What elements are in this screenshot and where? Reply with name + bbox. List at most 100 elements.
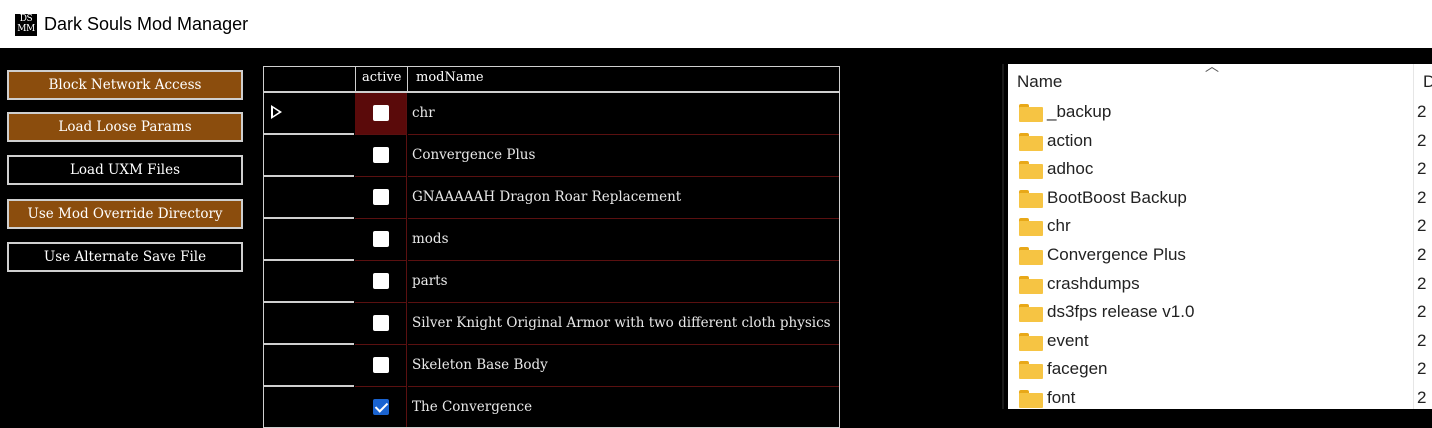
folder-icon	[1019, 332, 1043, 351]
table-row[interactable]: Silver Knight Original Armor with two di…	[264, 303, 839, 345]
folder-date: 2	[1417, 245, 1427, 264]
folder-name: crashdumps	[1047, 273, 1140, 293]
column-header-name[interactable]: Name	[1017, 72, 1062, 92]
folder-date: 2	[1417, 216, 1427, 236]
folder-icon	[1019, 104, 1043, 122]
grid-header: active modName	[264, 67, 839, 93]
mod-name: parts	[412, 273, 448, 289]
folder-name: BootBoost Backup	[1047, 187, 1187, 207]
list-item[interactable]: Convergence Plus 2	[1019, 243, 1429, 271]
list-item[interactable]: event 2	[1019, 329, 1429, 357]
modname-cell[interactable]: GNAAAAAH Dragon Roar Replacement	[408, 177, 839, 219]
list-item[interactable]: _backup 2	[1019, 100, 1429, 128]
sort-caret-icon[interactable]: ︿	[1205, 56, 1219, 76]
row-header[interactable]	[264, 219, 354, 261]
folder-name: chr	[1047, 216, 1071, 236]
active-cell[interactable]	[355, 219, 407, 261]
table-row[interactable]: chr	[264, 93, 839, 135]
folder-icon	[1019, 247, 1043, 265]
list-item[interactable]: ds3fps release v1.0 2	[1019, 300, 1429, 328]
folder-icon	[1019, 161, 1043, 180]
mod-name: The Convergence	[412, 399, 533, 415]
list-item[interactable]: chr 2	[1019, 214, 1429, 242]
modname-cell[interactable]: Silver Knight Original Armor with two di…	[408, 303, 839, 345]
file-explorer: ︿ Name D _backup 2 action 2 adhoc 2 BootBoost …	[1008, 58, 1432, 409]
active-checkbox[interactable]	[373, 231, 389, 247]
row-header[interactable]	[264, 177, 354, 219]
folder-date: 2	[1417, 273, 1427, 293]
folder-name: event	[1047, 330, 1089, 350]
active-checkbox[interactable]	[373, 147, 389, 163]
active-cell[interactable]	[355, 135, 407, 177]
active-cell[interactable]	[355, 93, 407, 135]
row-header[interactable]	[264, 345, 354, 387]
window-title: Dark Souls Mod Manager	[44, 14, 249, 34]
row-header[interactable]	[264, 135, 354, 177]
row-header[interactable]	[264, 387, 354, 427]
folder-date: 2	[1417, 102, 1427, 121]
active-cell[interactable]	[355, 387, 407, 427]
mod-name: Convergence Plus	[412, 147, 536, 163]
load-uxm-files-button[interactable]: Load UXM Files	[7, 155, 243, 185]
row-header[interactable]	[264, 93, 354, 135]
list-item[interactable]: BootBoost Backup 2	[1019, 186, 1429, 214]
active-cell[interactable]	[355, 303, 407, 345]
folder-icon	[1019, 189, 1043, 208]
active-cell[interactable]	[355, 177, 407, 219]
modname-cell[interactable]: chr	[408, 93, 839, 135]
folder-icon	[1019, 304, 1043, 323]
column-header-modname[interactable]: modName	[416, 70, 484, 85]
active-checkbox[interactable]	[373, 399, 389, 415]
active-cell[interactable]	[355, 345, 407, 387]
row-header[interactable]	[264, 261, 354, 303]
use-mod-override-directory-button[interactable]: Use Mod Override Directory	[7, 199, 243, 229]
folder-date: 2	[1417, 302, 1427, 322]
row-header[interactable]	[264, 303, 354, 345]
modname-cell[interactable]: The Convergence	[408, 387, 839, 427]
table-row[interactable]: mods	[264, 219, 839, 261]
list-item[interactable]: font 2	[1019, 386, 1429, 414]
active-checkbox[interactable]	[373, 105, 389, 121]
folder-date: 2	[1417, 388, 1427, 407]
folder-date: 2	[1417, 159, 1427, 179]
active-checkbox[interactable]	[373, 189, 389, 205]
list-item[interactable]: action 2	[1019, 129, 1429, 157]
mod-name: Silver Knight Original Armor with two di…	[412, 315, 831, 331]
mod-name: chr	[412, 105, 435, 121]
app-icon: DS MM	[15, 14, 37, 36]
column-header-date[interactable]: D	[1423, 72, 1432, 92]
header-separator	[407, 67, 408, 91]
current-row-arrow-icon	[271, 105, 282, 119]
active-cell[interactable]	[355, 261, 407, 303]
table-row[interactable]: parts	[264, 261, 839, 303]
load-loose-params-button[interactable]: Load Loose Params	[7, 112, 243, 142]
modname-cell[interactable]: mods	[408, 219, 839, 261]
table-row[interactable]: GNAAAAAH Dragon Roar Replacement	[264, 177, 839, 219]
folder-name: _backup	[1047, 102, 1112, 121]
folder-name: font	[1047, 388, 1076, 407]
folder-icon	[1019, 218, 1043, 237]
folder-name: adhoc	[1047, 159, 1094, 179]
header-separator	[355, 67, 356, 91]
modname-cell[interactable]: parts	[408, 261, 839, 303]
list-item[interactable]: facegen 2	[1019, 357, 1429, 385]
modname-cell[interactable]: Convergence Plus	[408, 135, 839, 177]
modname-cell[interactable]: Skeleton Base Body	[408, 345, 839, 387]
folder-name: ds3fps release v1.0	[1047, 302, 1195, 322]
active-checkbox[interactable]	[373, 273, 389, 289]
folder-date: 2	[1417, 130, 1427, 150]
block-network-access-button[interactable]: Block Network Access	[7, 70, 243, 100]
folder-icon	[1019, 361, 1043, 380]
list-item[interactable]: crashdumps 2	[1019, 272, 1429, 300]
table-row[interactable]: Skeleton Base Body	[264, 345, 839, 387]
list-item[interactable]: adhoc 2	[1019, 157, 1429, 185]
column-header-active[interactable]: active	[362, 70, 401, 85]
folder-name: Convergence Plus	[1047, 245, 1186, 264]
app-icon-text: DS MM	[17, 14, 35, 34]
table-row[interactable]: The Convergence	[264, 387, 839, 427]
table-row[interactable]: Convergence Plus	[264, 135, 839, 177]
active-checkbox[interactable]	[373, 315, 389, 331]
folder-icon	[1019, 275, 1043, 294]
use-alternate-save-file-button[interactable]: Use Alternate Save File	[7, 242, 243, 272]
active-checkbox[interactable]	[373, 357, 389, 373]
